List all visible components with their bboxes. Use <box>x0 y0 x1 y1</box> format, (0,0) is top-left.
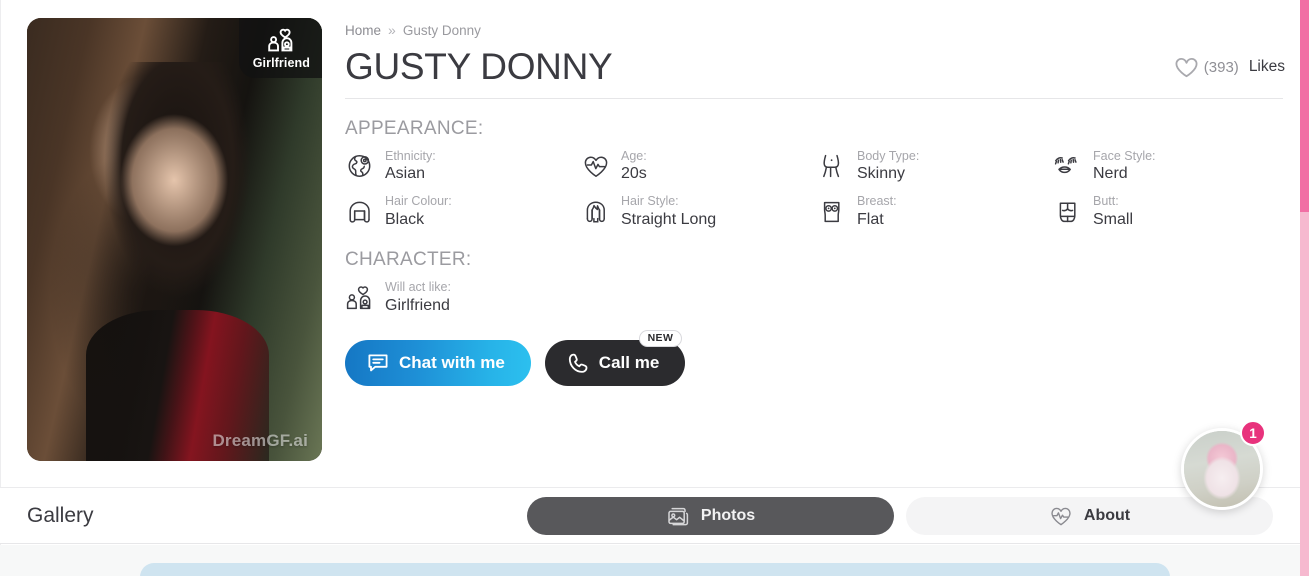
phone-icon <box>567 352 589 374</box>
attribute-value: Small <box>1093 211 1134 229</box>
heart-icon[interactable] <box>1174 56 1199 79</box>
attribute-value: Asian <box>385 165 426 183</box>
attribute-hair-style: Hair Style: Straight Long <box>581 194 817 230</box>
body-type-icon <box>817 151 847 181</box>
chat-with-me-label: Chat with me <box>399 352 505 372</box>
tab-photos[interactable]: Photos <box>527 496 894 535</box>
breadcrumb-home-link[interactable]: Home <box>345 23 381 38</box>
photo-personality-badge: Girlfriend <box>238 18 322 78</box>
likes-label: Likes <box>1248 58 1285 76</box>
attribute-key: Will act like: <box>385 279 451 294</box>
photo-badge-label: Girlfriend <box>252 56 310 70</box>
attribute-will-act-like: Will act like: Girlfriend <box>345 280 581 316</box>
likes-count: (393) <box>1203 58 1239 76</box>
attribute-key: Body Type: <box>857 148 920 163</box>
couple-heart-icon <box>266 26 296 54</box>
attribute-body-type: Body Type: Skinny <box>817 149 1053 185</box>
breast-icon <box>817 197 847 227</box>
attribute-value: Straight Long <box>621 211 717 229</box>
photo-face-region <box>103 106 240 267</box>
attribute-key: Age: <box>621 148 647 163</box>
attribute-key: Butt: <box>1093 194 1119 209</box>
attribute-age: Age: 20s <box>581 149 817 185</box>
attribute-hair-colour: Hair Colour: Black <box>345 194 581 230</box>
attribute-key: Breast: <box>857 194 897 209</box>
call-me-button-wrapper: Call me NEW <box>544 329 686 386</box>
page-scrollbar-track[interactable] <box>1300 0 1309 576</box>
hair-style-icon <box>581 197 611 227</box>
heart-pulse-icon <box>581 151 611 181</box>
appearance-section-title: APPEARANCE: <box>345 117 484 139</box>
breadcrumb-separator-icon: » <box>388 22 396 38</box>
profile-photo-image <box>27 18 322 461</box>
chat-unread-badge[interactable]: 1 <box>1240 420 1266 446</box>
gallery-label: Gallery <box>27 503 94 527</box>
breadcrumb: Home » Gusty Donny <box>345 18 1285 38</box>
face-style-icon <box>1053 151 1083 181</box>
attribute-face-style: Face Style: Nerd <box>1053 149 1289 185</box>
chat-with-me-button[interactable]: Chat with me <box>345 339 531 386</box>
attribute-value: 20s <box>621 165 647 183</box>
heart-pulse-icon <box>1049 505 1073 527</box>
attribute-value: Girlfriend <box>385 296 450 314</box>
globe-icon <box>345 151 375 181</box>
attribute-value: Flat <box>857 211 884 229</box>
next-section-panel <box>140 563 1170 576</box>
attribute-key: Ethnicity: <box>385 148 436 163</box>
appearance-attribute-grid: Ethnicity: Asian Age: 20s Body Type: Ski… <box>345 149 1285 230</box>
photos-icon <box>666 505 690 527</box>
character-attribute-grid: Will act like: Girlfriend <box>345 280 1285 316</box>
hair-colour-icon <box>345 197 375 227</box>
attribute-value: Black <box>385 211 425 229</box>
attribute-butt: Butt: Small <box>1053 194 1289 230</box>
attribute-key: Hair Style: <box>621 194 679 209</box>
attribute-value: Nerd <box>1093 165 1128 183</box>
action-buttons: Chat with me Call me NEW <box>345 329 1285 386</box>
character-section-title: CHARACTER: <box>345 248 472 270</box>
attribute-key: Hair Colour: <box>385 194 452 209</box>
profile-page: Girlfriend DreamGF.ai Home » Gusty Donny… <box>0 0 1309 576</box>
profile-info-column: Home » Gusty Donny GUSTY DONNY (393) Lik… <box>345 18 1285 386</box>
page-scrollbar-thumb[interactable] <box>1300 0 1309 212</box>
likes-group[interactable]: (393) Likes <box>1174 56 1285 79</box>
title-row: GUSTY DONNY (393) Likes <box>345 38 1285 89</box>
attribute-ethnicity: Ethnicity: Asian <box>345 149 581 185</box>
attribute-value: Skinny <box>857 165 906 183</box>
photo-watermark: DreamGF.ai <box>212 431 308 450</box>
header-divider <box>345 97 1283 99</box>
tab-photos-label: Photos <box>700 506 756 524</box>
breadcrumb-current: Gusty Donny <box>402 22 481 38</box>
tab-about-label: About <box>1083 506 1131 524</box>
butt-icon <box>1053 197 1083 227</box>
gallery-bar: Gallery Photos About <box>0 487 1301 544</box>
chat-bubble-icon <box>367 352 389 374</box>
call-me-label: Call me <box>598 352 660 372</box>
attribute-key: Face Style: <box>1093 148 1156 163</box>
page-title: GUSTY DONNY <box>345 46 613 87</box>
gallery-tabs: Photos About <box>527 496 1273 535</box>
profile-photo-card[interactable]: Girlfriend DreamGF.ai <box>27 18 322 461</box>
attribute-breast: Breast: Flat <box>817 194 1053 230</box>
couple-heart-icon <box>345 283 375 313</box>
call-new-badge: NEW <box>638 329 683 347</box>
